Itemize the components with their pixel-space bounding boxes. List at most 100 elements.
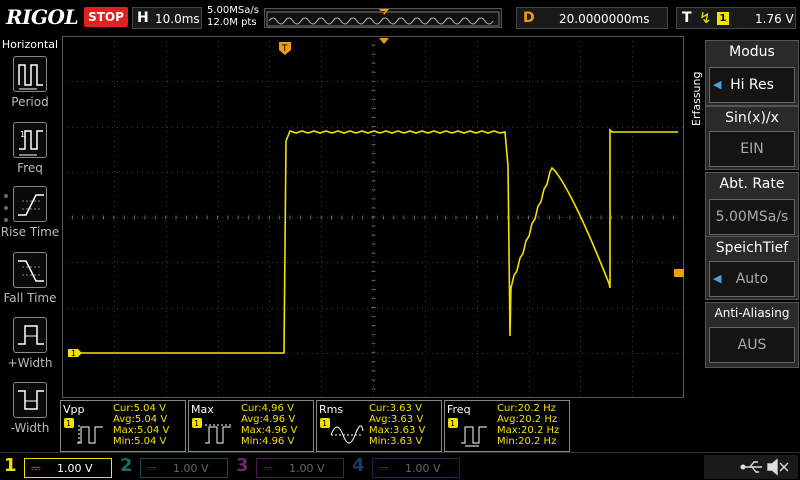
sinx-title: Sin(x)/x — [725, 110, 779, 126]
measure-period-button[interactable]: Period — [0, 56, 60, 120]
delay-box[interactable]: D 20.0000000ms — [516, 7, 668, 29]
waveform-display[interactable]: T 1 — [62, 36, 684, 398]
svg-text:1: 1 — [450, 419, 455, 428]
acquire-mode-value: ◀ Hi Res — [709, 67, 795, 103]
memory-depth-title: SpeichTief — [715, 240, 789, 256]
selector-arrow-icon: ◀ — [713, 272, 722, 285]
measure-positive-width-button[interactable]: +Width — [0, 317, 60, 381]
measurement-min: Min:3.63 V — [369, 436, 423, 447]
channel-2-button[interactable]: 2 ⎓ 1.00 V — [120, 455, 232, 480]
trigger-channel-badge: 1 — [717, 12, 729, 25]
acquire-mode-title: Modus — [729, 44, 775, 60]
delay-label: D — [523, 10, 535, 26]
channel-4-number: 4 — [352, 455, 365, 476]
svg-text:1: 1 — [194, 419, 199, 428]
trigger-position-label: T — [281, 44, 288, 54]
trigger-level: 1.76 V — [755, 12, 794, 26]
sound-muted-icon[interactable] — [767, 458, 789, 476]
channel-2-scale: 1.00 V — [173, 462, 209, 475]
period-icon — [13, 56, 47, 92]
channel-1-scale: 1.00 V — [57, 462, 93, 475]
anti-aliasing-title: Anti-Aliasing — [714, 306, 790, 320]
positive-width-icon — [13, 317, 47, 353]
run-stop-status[interactable]: STOP — [84, 7, 128, 27]
left-measure-menu: Horizontal Period 1 Freq Rise Time Fall … — [0, 36, 60, 452]
acquisition-menu: Erfassung Modus ◀ Hi Res Sin(x)/x EIN Abt… — [688, 36, 800, 452]
frequency-measure-icon: 1 — [447, 417, 497, 449]
rising-edge-icon: ↯ — [699, 9, 712, 27]
vpp-icon: 1 — [63, 417, 113, 449]
measurement-current: Cur:20.2 Hz — [497, 403, 556, 414]
trigger-level-marker — [674, 269, 684, 277]
timebase-value: 10.0ms — [155, 12, 200, 26]
brand-logo: RIGOL — [6, 5, 79, 29]
svg-text:T: T — [380, 10, 386, 18]
memory-overview-graphic: T — [266, 9, 500, 27]
channel-1-button[interactable]: 1 ⎓ 1.00 V — [4, 455, 116, 480]
anti-aliasing-softkey[interactable]: Anti-Aliasing AUS — [705, 302, 799, 368]
negative-width-icon — [13, 382, 47, 418]
measurement-min: Min:4.96 V — [241, 436, 295, 447]
system-status-area — [704, 455, 798, 479]
measurement-max: Max:3.63 V — [369, 425, 426, 436]
acquire-mode-softkey[interactable]: Modus ◀ Hi Res — [705, 40, 799, 106]
svg-text:1: 1 — [322, 419, 327, 428]
delay-value: 20.0000000ms — [559, 12, 650, 26]
measurement-vpp[interactable]: Vpp 1 Cur:5.04 V Avg:5.04 V Max:5.04 V M… — [60, 400, 186, 452]
channel-1-scale-box: ⎓ 1.00 V — [24, 458, 112, 478]
period-label: Period — [11, 95, 49, 109]
measure-frequency-button[interactable]: 1 Freq — [0, 122, 60, 186]
measure-fall-time-button[interactable]: Fall Time — [0, 252, 60, 316]
frequency-icon: 1 — [13, 122, 47, 158]
rise-time-label: Rise Time — [0, 225, 60, 239]
measurement-rms[interactable]: Rms 1 Cur:3.63 V Avg:3.63 V Max:3.63 V M… — [316, 400, 442, 452]
measurement-average: Avg:5.04 V — [113, 414, 168, 425]
measurement-max-value[interactable]: Max 1 Cur:4.96 V Avg:4.96 V Max:4.96 V M… — [188, 400, 314, 452]
center-delay-marker — [379, 38, 389, 44]
measurement-frequency[interactable]: Freq 1 Cur:20.2 Hz Avg:20.2 Hz Max:20.2 … — [444, 400, 570, 452]
positive-width-label: +Width — [7, 356, 53, 370]
rise-time-icon — [13, 186, 47, 222]
anti-aliasing-value: AUS — [709, 327, 795, 363]
channel-4-scale: 1.00 V — [405, 462, 441, 475]
sinx-value: EIN — [709, 131, 795, 167]
menu-section-label: Erfassung — [690, 71, 703, 126]
measurement-average: Avg:20.2 Hz — [497, 414, 558, 425]
sinx-softkey[interactable]: Sin(x)/x EIN — [705, 106, 799, 170]
dc-coupling-icon: ⎓ — [31, 461, 41, 475]
measurement-current: Cur:3.63 V — [369, 403, 422, 414]
channel-1-ground-marker[interactable]: 1 — [68, 349, 82, 358]
left-menu-title: Horizontal — [1, 38, 59, 51]
measure-negative-width-button[interactable]: -Width — [0, 382, 60, 446]
channel-3-button[interactable]: 3 ⎓ 1.00 V — [236, 455, 348, 480]
sample-rate: 5.00MSa/s — [207, 5, 259, 16]
graticule-center-ticks — [62, 36, 675, 390]
svg-text:1: 1 — [66, 419, 71, 428]
measure-rise-time-button[interactable]: Rise Time — [0, 186, 60, 250]
measurement-average: Avg:4.96 V — [241, 414, 296, 425]
horizontal-timebase-box[interactable]: H 10.0ms — [132, 7, 202, 29]
trigger-box[interactable]: T ↯ 1 1.76 V — [676, 7, 796, 29]
sample-rate-title: Abt. Rate — [719, 176, 785, 192]
measurement-name: Max — [191, 403, 214, 416]
fall-time-label: Fall Time — [3, 291, 57, 305]
sample-rate-softkey[interactable]: Abt. Rate 5.00MSa/s — [705, 172, 799, 240]
trigger-label: T — [682, 10, 692, 26]
channel-4-scale-box: ⎓ 1.00 V — [372, 458, 460, 478]
memory-depth-softkey[interactable]: SpeichTief ◀ Auto — [705, 236, 799, 300]
waveform-graticule: T 1 — [62, 36, 684, 398]
trigger-position-marker[interactable]: T — [279, 42, 291, 55]
negative-width-label: -Width — [10, 421, 50, 435]
memory-depth-value: ◀ Auto — [709, 261, 795, 297]
channel-1-number: 1 — [4, 455, 17, 476]
dc-coupling-icon: ⎓ — [147, 461, 157, 475]
memory-overview-strip: T — [264, 8, 502, 28]
channel-3-scale: 1.00 V — [289, 462, 325, 475]
measurement-name: Rms — [319, 403, 344, 416]
measurement-current: Cur:5.04 V — [113, 403, 166, 414]
top-status-bar: RIGOL STOP H 10.0ms 5.00MSa/s 12.0M pts … — [0, 0, 800, 36]
dc-coupling-icon: ⎓ — [379, 461, 389, 475]
channel-bar: 1 ⎓ 1.00 V 2 ⎓ 1.00 V 3 ⎓ 1.00 V 4 ⎓ 1.0… — [0, 452, 800, 480]
measurement-panel: Vpp 1 Cur:5.04 V Avg:5.04 V Max:5.04 V M… — [60, 400, 685, 452]
channel-4-button[interactable]: 4 ⎓ 1.00 V — [352, 455, 464, 480]
